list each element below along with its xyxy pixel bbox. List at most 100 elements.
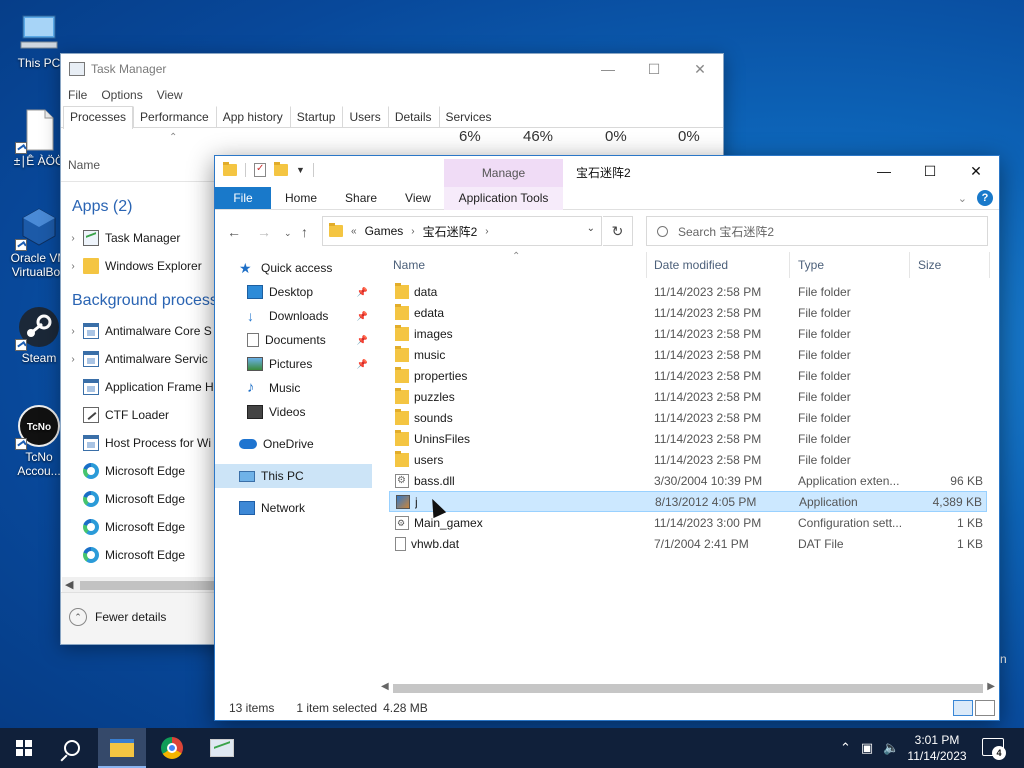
process-row[interactable]: Microsoft Edge: [61, 544, 221, 566]
chevron-right-icon[interactable]: ›: [63, 326, 83, 337]
properties-icon[interactable]: [254, 163, 266, 177]
file-row[interactable]: vhwb.dat 7/1/2004 2:41 PM DAT File 1 KB: [389, 533, 987, 554]
taskbar-file-explorer[interactable]: [98, 728, 146, 768]
scroll-right-icon[interactable]: ▶: [987, 681, 995, 692]
pin-icon[interactable]: 📌: [357, 287, 368, 298]
up-arrow-icon[interactable]: ↑: [301, 224, 308, 240]
start-button[interactable]: [0, 728, 48, 768]
process-row[interactable]: Host Process for Wi: [61, 432, 221, 454]
column-network-percent[interactable]: 0%: [678, 128, 700, 145]
file-row[interactable]: j 8/13/2012 4:05 PM Application 4,389 KB: [389, 491, 987, 512]
taskbar-task-manager[interactable]: [198, 728, 246, 768]
process-row[interactable]: › Task Manager: [61, 227, 221, 249]
nav-item-this-pc[interactable]: This PC: [215, 464, 372, 488]
search-box[interactable]: Search 宝石迷阵2: [646, 216, 988, 246]
nav-item-documents[interactable]: Documents 📌: [215, 328, 372, 352]
file-row[interactable]: bass.dll 3/30/2004 10:39 PM Application ex…: [389, 470, 987, 491]
taskbar-chrome[interactable]: [148, 728, 196, 768]
horizontal-scrollbar[interactable]: ◀ ▶: [379, 680, 997, 697]
column-header-size[interactable]: Size: [910, 252, 990, 278]
tab-details[interactable]: Details: [387, 106, 439, 127]
clock[interactable]: 3:01 PM 11/14/2023: [905, 732, 969, 764]
file-row[interactable]: music 11/14/2023 2:58 PM File folder: [389, 344, 987, 365]
chevron-right-icon[interactable]: ›: [63, 354, 83, 365]
address-dropdown-icon[interactable]: ⌄: [587, 223, 595, 234]
scroll-left-icon[interactable]: ◀: [65, 578, 73, 591]
chevron-right-icon[interactable]: ›: [411, 226, 414, 237]
process-row[interactable]: › Antimalware Servic: [61, 348, 221, 370]
breadcrumb-overflow-icon[interactable]: «: [351, 226, 357, 237]
chevron-right-icon[interactable]: ›: [63, 261, 83, 272]
scrollbar-thumb[interactable]: [393, 684, 983, 693]
menu-options[interactable]: Options: [101, 88, 142, 102]
tab-performance[interactable]: Performance: [133, 106, 216, 127]
file-row[interactable]: sounds 11/14/2023 2:58 PM File folder: [389, 407, 987, 428]
refresh-button[interactable]: ↻: [603, 216, 633, 246]
tab-app-history[interactable]: App history: [215, 106, 290, 127]
help-icon[interactable]: ?: [977, 190, 993, 206]
forward-arrow-icon[interactable]: →: [257, 224, 271, 240]
back-arrow-icon[interactable]: ←: [227, 224, 241, 240]
customize-toolbar-icon[interactable]: ▼: [296, 165, 305, 175]
file-row[interactable]: Main_gamex 11/14/2023 3:00 PM Configuratio…: [389, 512, 987, 533]
maximize-button[interactable]: ☐: [907, 156, 953, 186]
tab-users[interactable]: Users: [342, 106, 387, 127]
address-bar[interactable]: « Games › 宝石迷阵2 › ⌄: [322, 216, 602, 246]
minimize-button[interactable]: —: [861, 156, 907, 186]
breadcrumb-current[interactable]: 宝石迷阵2: [423, 223, 478, 240]
maximize-button[interactable]: ☐: [631, 54, 677, 84]
file-row[interactable]: properties 11/14/2023 2:58 PM File folder: [389, 365, 987, 386]
search-button[interactable]: [48, 728, 96, 768]
chevron-right-icon[interactable]: ›: [485, 226, 488, 237]
tab-processes[interactable]: Processes: [63, 106, 134, 129]
process-row[interactable]: Microsoft Edge: [61, 488, 221, 510]
ribbon-tab-home[interactable]: Home: [271, 187, 331, 209]
file-row[interactable]: puzzles 11/14/2023 2:58 PM File folder: [389, 386, 987, 407]
scroll-left-icon[interactable]: ◀: [381, 681, 389, 692]
chevron-right-icon[interactable]: ›: [63, 233, 83, 244]
column-disk-percent[interactable]: 0%: [605, 128, 627, 145]
process-row[interactable]: CTF Loader: [61, 404, 221, 426]
network-icon[interactable]: ▣: [861, 740, 873, 756]
fewer-details-button[interactable]: ⌃ Fewer details: [69, 608, 166, 626]
close-button[interactable]: ✕: [677, 54, 723, 84]
process-row[interactable]: Microsoft Edge: [61, 460, 221, 482]
tab-startup[interactable]: Startup: [289, 106, 343, 127]
column-name[interactable]: Name: [68, 158, 100, 172]
nav-item-downloads[interactable]: ↓ Downloads 📌: [215, 304, 372, 328]
new-folder-icon[interactable]: [274, 162, 288, 176]
large-icons-view-button[interactable]: [975, 700, 995, 716]
tab-services[interactable]: Services: [438, 106, 499, 127]
column-cpu-percent[interactable]: 6%: [459, 128, 481, 145]
expand-ribbon-icon[interactable]: ⌄: [958, 192, 967, 205]
recent-locations-icon[interactable]: ⌄: [284, 228, 292, 239]
volume-muted-icon[interactable]: 🔈: [883, 740, 899, 756]
column-header-type[interactable]: Type: [790, 252, 910, 278]
details-view-button[interactable]: [953, 700, 973, 716]
show-hidden-icons-icon[interactable]: ⌃: [840, 740, 851, 756]
column-header-date[interactable]: Date modified: [646, 252, 790, 278]
process-row[interactable]: Microsoft Edge: [61, 516, 221, 538]
pin-icon[interactable]: 📌: [357, 359, 368, 370]
nav-item-quick-access[interactable]: ★ Quick access: [215, 256, 372, 280]
file-row[interactable]: images 11/14/2023 2:58 PM File folder: [389, 323, 987, 344]
scrollbar-thumb[interactable]: [80, 581, 222, 590]
ribbon-tab-share[interactable]: Share: [331, 187, 391, 209]
process-row[interactable]: › Antimalware Core S: [61, 320, 221, 342]
menu-file[interactable]: File: [68, 88, 87, 102]
pin-icon[interactable]: 📌: [357, 311, 368, 322]
column-header-name[interactable]: ⌃ Name: [385, 251, 647, 278]
ribbon-tab-application-tools[interactable]: Application Tools: [444, 187, 563, 210]
ribbon-tab-view[interactable]: View: [391, 187, 445, 209]
file-row[interactable]: users 11/14/2023 2:58 PM File folder: [389, 449, 987, 470]
process-row[interactable]: Application Frame H: [61, 376, 221, 398]
file-row[interactable]: edata 11/14/2023 2:58 PM File folder: [389, 302, 987, 323]
column-memory-percent[interactable]: 46%: [523, 128, 553, 145]
nav-item-desktop[interactable]: Desktop 📌: [215, 280, 372, 304]
nav-item-videos[interactable]: Videos: [215, 400, 372, 424]
nav-item-network[interactable]: Network: [215, 496, 372, 520]
pin-icon[interactable]: 📌: [357, 335, 368, 346]
close-button[interactable]: ✕: [953, 156, 999, 186]
file-row[interactable]: UninsFiles 11/14/2023 2:58 PM File folder: [389, 428, 987, 449]
breadcrumb-games[interactable]: Games: [365, 224, 404, 238]
